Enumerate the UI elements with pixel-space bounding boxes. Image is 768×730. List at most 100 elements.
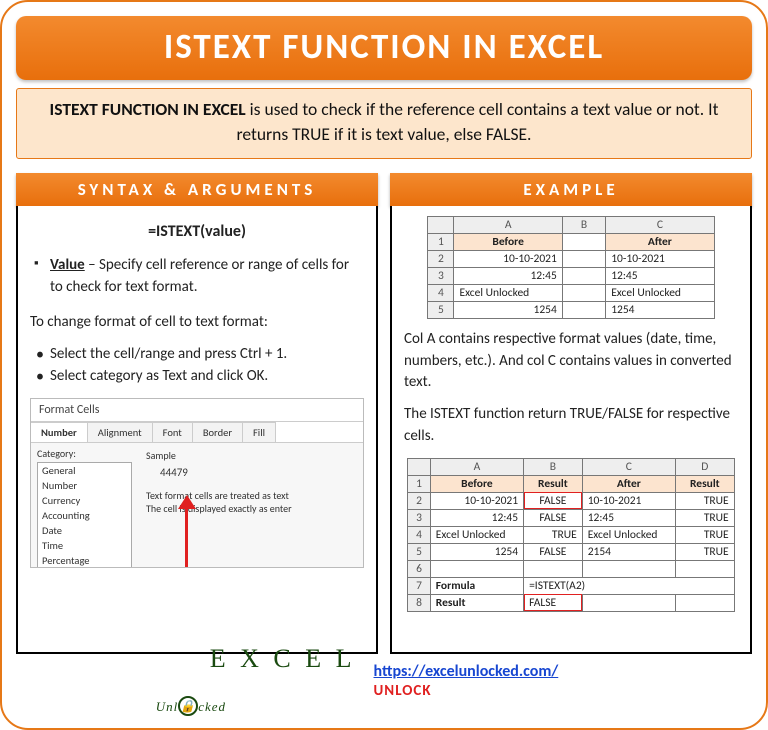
row-header: 3: [408, 509, 430, 526]
example-para-2: The ISTEXT function return TRUE/FALSE fo…: [404, 404, 738, 448]
row-header: 2: [408, 492, 430, 509]
syntax-header: SYNTAX & ARGUMENTS: [16, 173, 378, 206]
cell: [430, 560, 523, 577]
cell: [524, 560, 583, 577]
dialog-title: Format Cells: [31, 399, 363, 422]
category-item[interactable]: Date: [38, 523, 131, 538]
cell: TRUE: [675, 543, 734, 560]
cell: =ISTEXT(A2): [524, 577, 735, 594]
row-header: 5: [428, 301, 454, 318]
tab-alignment[interactable]: Alignment: [87, 422, 153, 442]
tab-number[interactable]: Number: [30, 422, 88, 442]
table-corner: [408, 458, 430, 475]
example-column: EXAMPLE A B C 1 Before After 2 10-10-202…: [390, 173, 752, 654]
category-item[interactable]: Currency: [38, 493, 131, 508]
syntax-column: SYNTAX & ARGUMENTS =ISTEXT(value) Value …: [16, 173, 378, 654]
cell: Result: [675, 475, 734, 492]
cell: [582, 560, 675, 577]
cell: Result: [430, 594, 523, 611]
row-header: 4: [408, 526, 430, 543]
col-header: B: [524, 458, 583, 475]
category-list[interactable]: General Number Currency Accounting Date …: [37, 462, 132, 568]
description-bold: ISTEXT FUNCTION IN EXCEL: [50, 98, 246, 120]
format-cells-dialog: Format Cells Number Alignment Font Borde…: [30, 398, 364, 568]
category-item[interactable]: Accounting: [38, 508, 131, 523]
cell: [562, 233, 605, 250]
cell: FALSE: [524, 543, 583, 560]
row-header: 4: [428, 284, 454, 301]
arrow-icon: [185, 503, 188, 568]
description-text: is used to check if the reference cell c…: [237, 98, 719, 145]
col-header: D: [675, 458, 734, 475]
cell: TRUE: [524, 526, 583, 543]
cell-highlighted: FALSE: [524, 594, 583, 611]
example-table-2: A B C D 1 Before Result After Result 2 1…: [407, 458, 734, 612]
tab-fill[interactable]: Fill: [242, 422, 276, 442]
row-header: 2: [428, 250, 454, 267]
cell: 10-10-2021: [606, 250, 714, 267]
cell: TRUE: [675, 509, 734, 526]
cell: 2154: [582, 543, 675, 560]
cell: FALSE: [524, 509, 583, 526]
cell: [562, 267, 605, 284]
cell: 10-10-2021: [430, 492, 523, 509]
logo-text-bottom: Unl🔒cked: [156, 698, 356, 718]
cell: After: [582, 475, 675, 492]
table-corner: [428, 216, 454, 233]
category-item[interactable]: Number: [38, 478, 131, 493]
arrow-head-icon: [178, 495, 196, 509]
category-item[interactable]: Percentage: [38, 553, 131, 568]
sample-value: 44479: [160, 466, 353, 479]
category-item[interactable]: General: [38, 463, 131, 478]
tab-border[interactable]: Border: [192, 422, 243, 442]
cell: 12:45: [454, 267, 562, 284]
cell: 12:45: [430, 509, 523, 526]
logo: E X C E L Unl🔒cked: [210, 644, 356, 718]
row-header: 6: [408, 560, 430, 577]
sample-label: Sample: [146, 449, 353, 462]
row-header: 5: [408, 543, 430, 560]
cell: TRUE: [675, 526, 734, 543]
col-header: C: [582, 458, 675, 475]
col-header: C: [606, 216, 714, 233]
cell: [582, 594, 675, 611]
dialog-tabs: Number Alignment Font Border Fill: [31, 422, 363, 443]
cell: [675, 560, 734, 577]
cell: [562, 284, 605, 301]
cell: 1254: [606, 301, 714, 318]
description-box: ISTEXT FUNCTION IN EXCEL is used to chec…: [16, 88, 752, 159]
example-header: EXAMPLE: [390, 173, 752, 206]
cell: [675, 594, 734, 611]
cell: TRUE: [675, 492, 734, 509]
argument-item: Value – Specify cell reference or range …: [34, 255, 364, 299]
syntax-formula: =ISTEXT(value): [30, 222, 364, 241]
cell: 1254: [430, 543, 523, 560]
argument-name: Value: [50, 256, 85, 274]
tab-font[interactable]: Font: [152, 422, 193, 442]
change-format-intro: To change format of cell to text format:: [30, 312, 364, 334]
example-table-1: A B C 1 Before After 2 10-10-2021 10-10-…: [427, 216, 714, 319]
category-item[interactable]: Time: [38, 538, 131, 553]
cell: 12:45: [606, 267, 714, 284]
row-header: 1: [408, 475, 430, 492]
cell: Excel Unlocked: [582, 526, 675, 543]
category-label: Category:: [37, 447, 132, 460]
row-header: 7: [408, 577, 430, 594]
cell: Excel Unlocked: [454, 284, 562, 301]
cell-highlighted: FALSE: [524, 492, 583, 509]
cell: Excel Unlocked: [430, 526, 523, 543]
cell: Before: [430, 475, 523, 492]
row-header: 1: [428, 233, 454, 250]
col-header: B: [562, 216, 605, 233]
row-header: 8: [408, 594, 430, 611]
bullet-step-1: Select the cell/range and press Ctrl + 1…: [34, 344, 364, 366]
logo-text-top: E X C E L: [210, 644, 356, 674]
footer-url-link[interactable]: https://excelunlocked.com/: [374, 662, 559, 681]
row-header: 3: [428, 267, 454, 284]
lock-icon: 🔒: [178, 696, 198, 716]
cell: Before: [454, 233, 562, 250]
cell: 12:45: [582, 509, 675, 526]
footer: E X C E L Unl🔒cked https://excelunlocked…: [2, 644, 766, 718]
cell: 1254: [454, 301, 562, 318]
cell: 10-10-2021: [582, 492, 675, 509]
